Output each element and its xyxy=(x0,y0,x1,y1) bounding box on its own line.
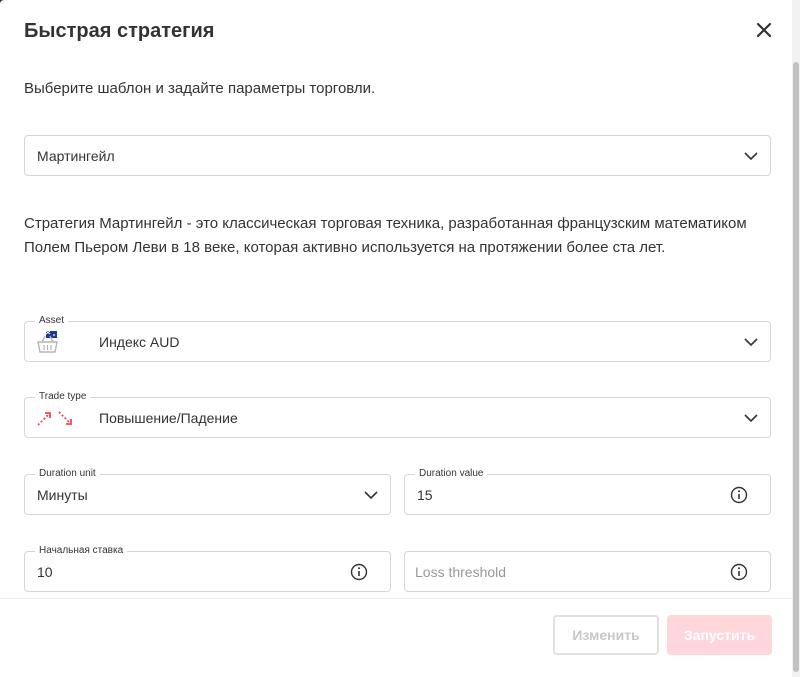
asset-label: Asset xyxy=(35,314,69,328)
close-icon xyxy=(757,23,771,37)
run-button[interactable]: Запустить xyxy=(667,615,772,655)
quick-strategy-dialog: Быстрая стратегия Выберите шаблон и зада… xyxy=(0,0,792,677)
strategy-select[interactable]: Мартингейл xyxy=(24,135,771,176)
info-icon[interactable] xyxy=(730,486,748,504)
asset-select[interactable]: Asset Индекс AUD xyxy=(24,314,771,362)
trade-type-label: Trade type xyxy=(35,390,91,404)
info-icon[interactable] xyxy=(730,563,748,581)
scrollbar-thumb[interactable] xyxy=(793,62,799,672)
duration-value-text: 15 xyxy=(417,486,433,503)
chevron-down-icon xyxy=(744,413,758,422)
initial-stake-value: 10 xyxy=(37,563,53,580)
strategy-description: Стратегия Мартингейл - это классическая … xyxy=(24,215,747,256)
trade-type-value: Повышение/Падение xyxy=(99,409,238,426)
basket-flag-icon xyxy=(37,330,58,353)
duration-value-label: Duration value xyxy=(415,467,488,481)
trade-type-select[interactable]: Trade type Повышение/Падение xyxy=(24,390,771,438)
rise-fall-icon xyxy=(37,411,72,426)
edit-button[interactable]: Изменить xyxy=(553,615,659,655)
loss-threshold-placeholder: Loss threshold xyxy=(415,563,507,580)
footer-divider xyxy=(0,598,792,599)
close-button[interactable] xyxy=(752,18,776,42)
chevron-down-icon xyxy=(744,151,758,160)
duration-unit-label: Duration unit xyxy=(35,467,100,481)
dialog-title: Быстрая стратегия xyxy=(24,20,215,42)
initial-stake-label: Начальная ставка xyxy=(35,544,128,558)
duration-value-input[interactable]: Duration value 15 xyxy=(404,467,771,515)
dialog-subtitle: Выберите шаблон и задайте параметры торг… xyxy=(24,80,376,97)
asset-value: Индекс AUD xyxy=(99,333,180,350)
duration-unit-select[interactable]: Duration unit Минуты xyxy=(24,467,391,515)
loss-threshold-input[interactable]: Loss threshold xyxy=(404,551,771,592)
duration-unit-value: Минуты xyxy=(37,486,88,503)
info-icon[interactable] xyxy=(350,563,368,581)
chevron-down-icon xyxy=(364,490,378,499)
chevron-down-icon xyxy=(744,337,758,346)
strategy-select-value: Мартингейл xyxy=(37,147,115,164)
initial-stake-input[interactable]: Начальная ставка 10 xyxy=(24,544,391,592)
